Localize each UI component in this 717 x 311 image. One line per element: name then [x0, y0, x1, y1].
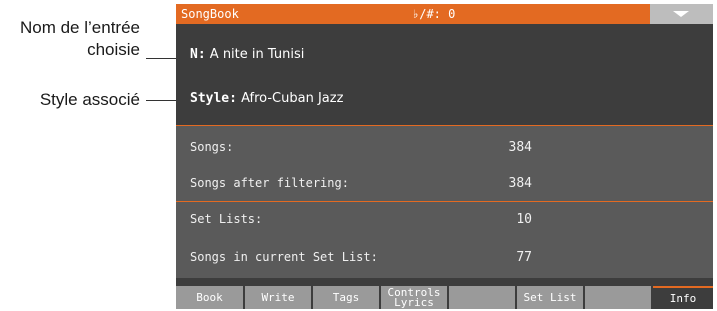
songs-value: 384 [508, 140, 532, 155]
tab-empty [449, 286, 515, 309]
tab-set-list[interactable]: Set List [517, 286, 583, 309]
setlists-label: Set Lists: [190, 212, 263, 226]
page-menu-button[interactable] [650, 4, 713, 24]
tab-info[interactable]: Info [653, 286, 713, 309]
tab-book[interactable]: Book [176, 286, 243, 309]
callout-associated-style: Style associé [39, 90, 140, 109]
selected-entry-panel: N: A nite in Tunisi Style: Afro-Cuban Ja… [176, 24, 713, 125]
tab-bar: Book Write Tags Controls Lyrics Set List… [176, 286, 713, 309]
songs-info-section: Songs: 384 Songs after filtering: 384 [176, 126, 713, 201]
entry-name-value: A nite in Tunisi [209, 47, 305, 62]
tab-tags[interactable]: Tags [313, 286, 379, 309]
entry-style-value: Afro-Cuban Jazz [241, 91, 344, 106]
app-title: SongBook [181, 7, 239, 21]
callout-entry-name: Nom de l’entrée choisie [19, 18, 140, 59]
entry-name-label: N: [190, 47, 206, 62]
info-row-current-setlist: Songs in current Set List: 77 [190, 250, 713, 270]
title-bar: SongBook ♭/#: 0 [176, 4, 713, 24]
current-setlist-label: Songs in current Set List: [190, 250, 378, 264]
entry-style-line: Style: Afro-Cuban Jazz [190, 91, 343, 106]
songs-label: Songs: [190, 140, 234, 154]
songbook-screen: SongBook ♭/#: 0 N: A nite in Tunisi Styl… [176, 4, 713, 309]
songs-filtered-value: 384 [508, 176, 532, 191]
info-row-songs: Songs: 384 [190, 140, 713, 160]
info-row-songs-filtered: Songs after filtering: 384 [190, 176, 713, 196]
triangle-down-icon [673, 11, 689, 17]
tab-write[interactable]: Write [245, 286, 311, 309]
tab-controls-lyrics[interactable]: Controls Lyrics [381, 286, 447, 309]
entry-style-label: Style: [190, 91, 237, 106]
tab-empty [585, 286, 651, 309]
setlists-info-section: Set Lists: 10 Songs in current Set List:… [176, 202, 713, 278]
current-setlist-value: 77 [516, 250, 532, 265]
entry-name-line: N: A nite in Tunisi [190, 47, 304, 62]
songs-filtered-label: Songs after filtering: [190, 176, 349, 190]
setlists-value: 10 [516, 212, 532, 227]
info-row-setlists: Set Lists: 10 [190, 212, 713, 232]
key-signature-readout: ♭/#: 0 [412, 7, 456, 21]
